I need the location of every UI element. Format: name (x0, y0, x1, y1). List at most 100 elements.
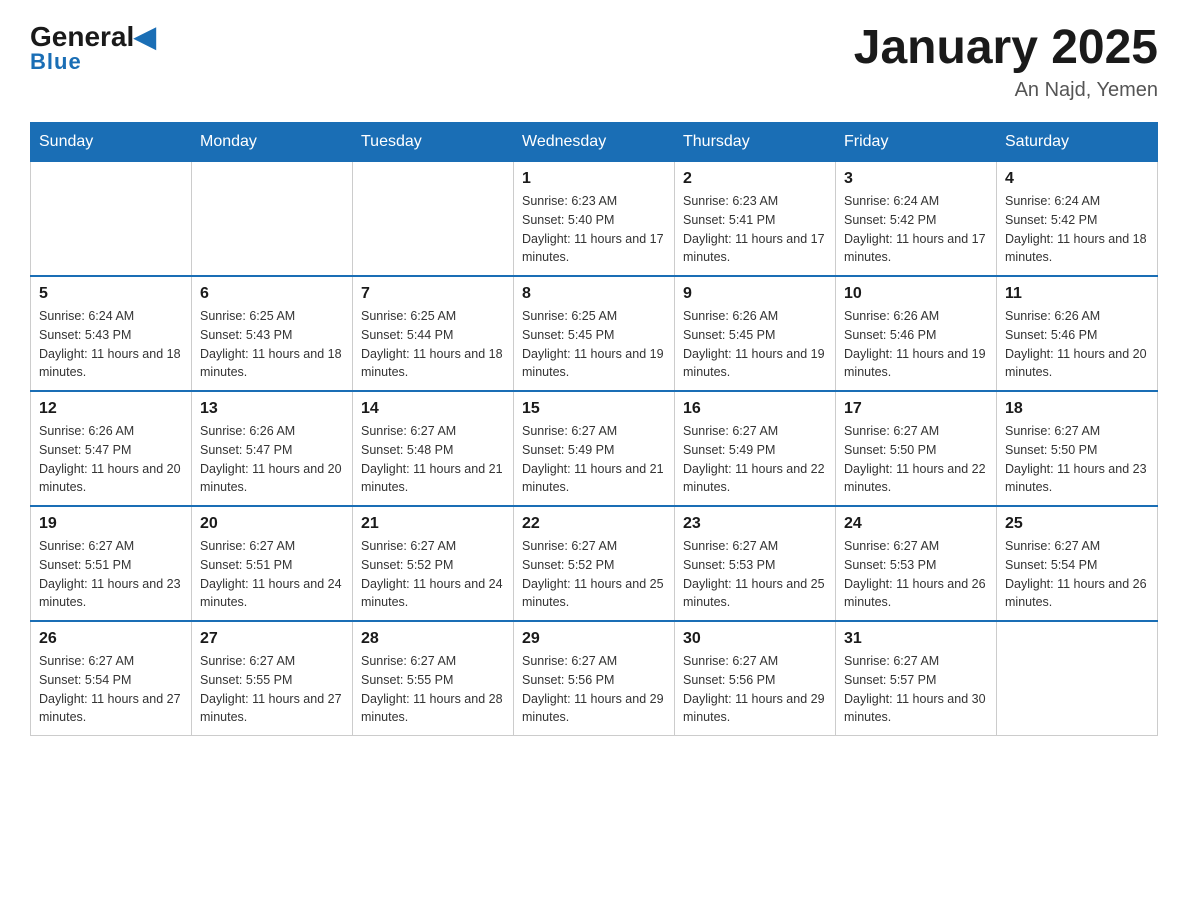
calendar-week-row: 12 Sunrise: 6:26 AM Sunset: 5:47 PM Dayli… (31, 391, 1158, 506)
day-number: 19 (39, 515, 183, 533)
day-info: Sunrise: 6:23 AM Sunset: 5:41 PM Dayligh… (683, 192, 827, 267)
day-info: Sunrise: 6:24 AM Sunset: 5:42 PM Dayligh… (1005, 192, 1149, 267)
day-info: Sunrise: 6:26 AM Sunset: 5:46 PM Dayligh… (1005, 307, 1149, 382)
day-number: 16 (683, 400, 827, 418)
day-number: 28 (361, 630, 505, 648)
day-number: 22 (522, 515, 666, 533)
calendar-cell: 10 Sunrise: 6:26 AM Sunset: 5:46 PM Dayli… (836, 276, 997, 391)
calendar-cell: 16 Sunrise: 6:27 AM Sunset: 5:49 PM Dayli… (675, 391, 836, 506)
day-info: Sunrise: 6:24 AM Sunset: 5:42 PM Dayligh… (844, 192, 988, 267)
logo-triangle-icon: ◀ (134, 20, 156, 53)
calendar-cell: 21Sunrise: 6:27 AM Sunset: 5:52 PM Dayli… (353, 506, 514, 621)
day-number: 20 (200, 515, 344, 533)
day-number: 12 (39, 400, 183, 418)
calendar-cell: 6 Sunrise: 6:25 AM Sunset: 5:43 PM Daylig… (192, 276, 353, 391)
col-header-sunday: Sunday (31, 123, 192, 162)
logo-blue-label: Blue (30, 49, 82, 75)
day-number: 10 (844, 285, 988, 303)
day-info: Sunrise: 6:27 AM Sunset: 5:54 PM Dayligh… (39, 652, 183, 727)
day-number: 1 (522, 170, 666, 188)
day-info: Sunrise: 6:27 AM Sunset: 5:56 PM Dayligh… (683, 652, 827, 727)
day-number: 21 (361, 515, 505, 533)
calendar-subtitle: An Najd, Yemen (854, 79, 1158, 102)
calendar-cell: 4 Sunrise: 6:24 AM Sunset: 5:42 PM Daylig… (997, 162, 1158, 277)
calendar-cell: 14 Sunrise: 6:27 AM Sunset: 5:48 PM Dayli… (353, 391, 514, 506)
col-header-thursday: Thursday (675, 123, 836, 162)
day-number: 6 (200, 285, 344, 303)
calendar-cell: 12 Sunrise: 6:26 AM Sunset: 5:47 PM Dayli… (31, 391, 192, 506)
calendar-cell: 15 Sunrise: 6:27 AM Sunset: 5:49 PM Dayli… (514, 391, 675, 506)
day-number: 14 (361, 400, 505, 418)
calendar-cell: 3 Sunrise: 6:24 AM Sunset: 5:42 PM Daylig… (836, 162, 997, 277)
day-number: 18 (1005, 400, 1149, 418)
calendar-week-row: 19 Sunrise: 6:27 AM Sunset: 5:51 PM Dayli… (31, 506, 1158, 621)
calendar-cell: 2 Sunrise: 6:23 AM Sunset: 5:41 PM Daylig… (675, 162, 836, 277)
calendar-cell: 27 Sunrise: 6:27 AM Sunset: 5:55 PM Dayli… (192, 621, 353, 736)
day-number: 15 (522, 400, 666, 418)
calendar-cell: 11 Sunrise: 6:26 AM Sunset: 5:46 PM Dayli… (997, 276, 1158, 391)
day-info: Sunrise: 6:26 AM Sunset: 5:46 PM Dayligh… (844, 307, 988, 382)
day-number: 29 (522, 630, 666, 648)
day-number: 13 (200, 400, 344, 418)
day-info: Sunrise: 6:27 AM Sunset: 5:51 PM Dayligh… (200, 537, 344, 612)
day-info: Sunrise: 6:27 AM Sunset: 5:49 PM Dayligh… (683, 422, 827, 497)
calendar-cell: 20 Sunrise: 6:27 AM Sunset: 5:51 PM Dayli… (192, 506, 353, 621)
day-number: 17 (844, 400, 988, 418)
day-info: Sunrise: 6:27 AM Sunset: 5:51 PM Dayligh… (39, 537, 183, 612)
calendar-cell: 18 Sunrise: 6:27 AM Sunset: 5:50 PM Dayli… (997, 391, 1158, 506)
calendar-cell: 30Sunrise: 6:27 AM Sunset: 5:56 PM Dayli… (675, 621, 836, 736)
day-info: Sunrise: 6:27 AM Sunset: 5:52 PM Dayligh… (522, 537, 666, 612)
calendar-cell (353, 162, 514, 277)
calendar-cell (192, 162, 353, 277)
calendar-cell: 19 Sunrise: 6:27 AM Sunset: 5:51 PM Dayli… (31, 506, 192, 621)
day-info: Sunrise: 6:27 AM Sunset: 5:55 PM Dayligh… (200, 652, 344, 727)
day-number: 11 (1005, 285, 1149, 303)
day-info: Sunrise: 6:27 AM Sunset: 5:50 PM Dayligh… (844, 422, 988, 497)
day-number: 4 (1005, 170, 1149, 188)
calendar-cell: 7 Sunrise: 6:25 AM Sunset: 5:44 PM Daylig… (353, 276, 514, 391)
day-info: Sunrise: 6:27 AM Sunset: 5:50 PM Dayligh… (1005, 422, 1149, 497)
day-number: 23 (683, 515, 827, 533)
day-number: 2 (683, 170, 827, 188)
day-info: Sunrise: 6:27 AM Sunset: 5:57 PM Dayligh… (844, 652, 988, 727)
col-header-saturday: Saturday (997, 123, 1158, 162)
day-info: Sunrise: 6:27 AM Sunset: 5:48 PM Dayligh… (361, 422, 505, 497)
col-header-friday: Friday (836, 123, 997, 162)
calendar-cell: 8 Sunrise: 6:25 AM Sunset: 5:45 PM Daylig… (514, 276, 675, 391)
calendar-cell: 5 Sunrise: 6:24 AM Sunset: 5:43 PM Daylig… (31, 276, 192, 391)
calendar-week-row: 5 Sunrise: 6:24 AM Sunset: 5:43 PM Daylig… (31, 276, 1158, 391)
col-header-tuesday: Tuesday (353, 123, 514, 162)
day-number: 31 (844, 630, 988, 648)
day-number: 8 (522, 285, 666, 303)
day-number: 25 (1005, 515, 1149, 533)
day-info: Sunrise: 6:26 AM Sunset: 5:45 PM Dayligh… (683, 307, 827, 382)
day-info: Sunrise: 6:27 AM Sunset: 5:55 PM Dayligh… (361, 652, 505, 727)
calendar-table: SundayMondayTuesdayWednesdayThursdayFrid… (30, 122, 1158, 736)
day-info: Sunrise: 6:24 AM Sunset: 5:43 PM Dayligh… (39, 307, 183, 382)
calendar-cell: 24Sunrise: 6:27 AM Sunset: 5:53 PM Dayli… (836, 506, 997, 621)
day-info: Sunrise: 6:27 AM Sunset: 5:53 PM Dayligh… (844, 537, 988, 612)
day-number: 3 (844, 170, 988, 188)
logo: General◀ Blue (30, 20, 156, 75)
day-info: Sunrise: 6:26 AM Sunset: 5:47 PM Dayligh… (39, 422, 183, 497)
calendar-cell: 26Sunrise: 6:27 AM Sunset: 5:54 PM Dayli… (31, 621, 192, 736)
calendar-cell: 28 Sunrise: 6:27 AM Sunset: 5:55 PM Dayli… (353, 621, 514, 736)
day-number: 7 (361, 285, 505, 303)
day-info: Sunrise: 6:25 AM Sunset: 5:44 PM Dayligh… (361, 307, 505, 382)
day-info: Sunrise: 6:23 AM Sunset: 5:40 PM Dayligh… (522, 192, 666, 267)
calendar-cell: 13 Sunrise: 6:26 AM Sunset: 5:47 PM Dayli… (192, 391, 353, 506)
day-number: 27 (200, 630, 344, 648)
day-info: Sunrise: 6:27 AM Sunset: 5:53 PM Dayligh… (683, 537, 827, 612)
day-info: Sunrise: 6:27 AM Sunset: 5:54 PM Dayligh… (1005, 537, 1149, 612)
calendar-cell: 1 Sunrise: 6:23 AM Sunset: 5:40 PM Daylig… (514, 162, 675, 277)
calendar-header-row: SundayMondayTuesdayWednesdayThursdayFrid… (31, 123, 1158, 162)
day-number: 5 (39, 285, 183, 303)
calendar-cell: 9Sunrise: 6:26 AM Sunset: 5:45 PM Daylig… (675, 276, 836, 391)
day-info: Sunrise: 6:26 AM Sunset: 5:47 PM Dayligh… (200, 422, 344, 497)
day-info: Sunrise: 6:27 AM Sunset: 5:49 PM Dayligh… (522, 422, 666, 497)
day-info: Sunrise: 6:25 AM Sunset: 5:43 PM Dayligh… (200, 307, 344, 382)
col-header-monday: Monday (192, 123, 353, 162)
day-info: Sunrise: 6:25 AM Sunset: 5:45 PM Dayligh… (522, 307, 666, 382)
logo-general: General (30, 21, 134, 53)
calendar-cell: 23 Sunrise: 6:27 AM Sunset: 5:53 PM Dayli… (675, 506, 836, 621)
